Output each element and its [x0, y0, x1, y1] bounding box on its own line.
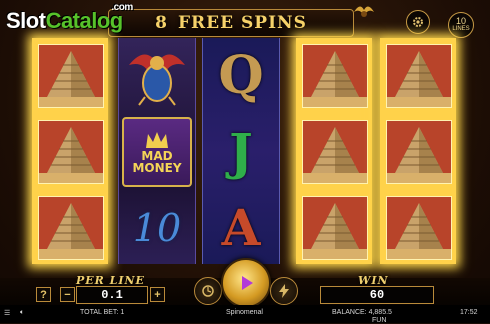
scarab-symbol	[119, 38, 195, 113]
reel-3: Q J A	[202, 38, 280, 264]
turbo-button[interactable]	[270, 277, 298, 305]
slotcatalog-logo: SlotCatalog .com	[6, 2, 133, 33]
free-spins-banner: 8 FREE SPINS	[108, 9, 354, 37]
spin-button[interactable]	[221, 258, 271, 308]
autoplay-button[interactable]	[194, 277, 222, 305]
money-text: MONEY	[132, 160, 182, 175]
total-bet-text: TOTAL BET: 1	[80, 309, 125, 316]
menu-icon[interactable]: ☰	[4, 309, 10, 317]
mad-text: MAD	[141, 148, 173, 163]
lines-count: 10	[455, 16, 466, 26]
reel-5	[380, 38, 456, 264]
lightning-icon	[279, 284, 289, 298]
pyramid-symbol	[386, 120, 452, 184]
a-text: A	[221, 198, 261, 257]
play-icon	[242, 276, 253, 290]
reel-2: MAD MONEY 10	[118, 38, 196, 264]
free-spins-label: FREE SPINS	[177, 13, 307, 33]
free-spins-count: 8	[155, 13, 168, 33]
settings-button[interactable]	[406, 10, 430, 34]
pyramid-symbol	[38, 44, 104, 108]
status-bar: ☰ 🔈︎ TOTAL BET: 1 Spinomenal BALANCE: 4,…	[0, 305, 490, 324]
gear-icon	[413, 17, 423, 27]
lines-button[interactable]: 10 LINES	[448, 12, 474, 38]
pyramid-symbol	[302, 120, 368, 184]
j-symbol: J	[203, 114, 279, 189]
info-button[interactable]: ?	[36, 287, 51, 302]
reel-1	[32, 38, 108, 264]
a-symbol: A	[203, 190, 279, 265]
reel-4	[296, 38, 372, 264]
bet-value-display: 0.1	[76, 286, 148, 304]
crown-icon	[146, 131, 168, 148]
bet-plus-button[interactable]: +	[150, 287, 165, 302]
pyramid-symbol	[38, 120, 104, 184]
brand-text: Spinomenal	[226, 309, 263, 316]
sound-icon[interactable]: 🔈︎	[20, 309, 24, 317]
pyramid-symbol	[386, 44, 452, 108]
pyramid-symbol	[302, 44, 368, 108]
pyramid-symbol	[38, 196, 104, 260]
pyramid-symbol	[302, 196, 368, 260]
autoplay-icon	[202, 285, 214, 297]
balance-text: BALANCE: 4,885.5	[332, 309, 392, 316]
bet-minus-button[interactable]: −	[60, 287, 75, 302]
pyramid-symbol	[386, 196, 452, 260]
mad-money-symbol: MAD MONEY	[119, 114, 195, 189]
clock-text: 17:52	[460, 309, 478, 316]
q-text: Q	[218, 45, 264, 106]
ten-symbol: 10	[119, 190, 195, 265]
j-text: J	[229, 122, 253, 181]
q-symbol: Q	[203, 38, 279, 113]
lines-label: LINES	[452, 26, 470, 32]
scarab-emblem-icon	[354, 6, 374, 17]
win-value-display: 60	[320, 286, 434, 304]
ten-text: 10	[132, 205, 182, 250]
